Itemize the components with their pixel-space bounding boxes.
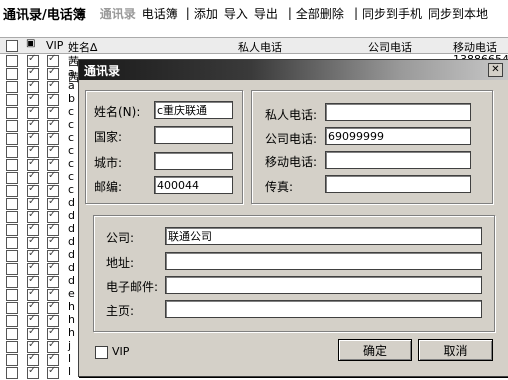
contact-dialog: 通讯录 ✕ 姓名(N): c重庆联通 国家: 城市: 邮编: 400044 私人… [78,59,508,377]
row-name: c [68,131,75,144]
row-name: d [68,222,75,235]
mobile-label: 移动电话: [265,155,318,169]
header-home-phone[interactable]: 私人电话 [238,39,282,55]
row-name: h [68,313,75,326]
row-name: d [68,196,75,209]
row-name: e [68,287,75,300]
app-title: 通讯录/电话簿 [3,7,86,23]
address-field[interactable] [165,252,482,270]
name-field[interactable]: c重庆联通 [154,101,233,119]
home-phone-field[interactable] [325,103,471,121]
sync-to-phone-button[interactable]: 同步到手机 [362,5,422,22]
toolbar: 通讯录/电话簿 通讯录 电话簿 | 添加 导入 导出 | 全部删除 | 同步到手… [0,0,508,26]
country-field[interactable] [154,126,233,144]
email-field[interactable] [165,276,482,294]
row-name: d [68,235,75,248]
city-field[interactable] [154,152,233,170]
company-phone-label: 公司电话: [265,132,318,146]
row-name: d [68,248,75,261]
row-name: d [68,274,75,287]
dialog-title-bar: 通讯录 ✕ [79,60,508,80]
add-button[interactable]: 添加 [194,5,218,22]
export-button[interactable]: 导出 [254,5,278,22]
row-name: d [68,261,75,274]
home-phone-label: 私人电话: [265,108,318,122]
row-name: l [68,352,72,365]
tab-contacts[interactable]: 通讯录 [100,5,136,22]
row-name: j [68,339,72,352]
row-name: b [68,92,75,105]
row-sync-checkbox[interactable] [27,365,39,379]
sync-to-local-button[interactable]: 同步到本地 [428,5,488,22]
import-button[interactable]: 导入 [224,5,248,22]
list-header: ▣ VIP 姓名∆ 私人电话 公司电话 移动电话 [0,37,508,54]
row-name: a [68,66,75,79]
vip-label: VIP [112,345,130,358]
row-name: c [68,118,75,131]
row-name: c [68,170,75,183]
contact-card-icon: ▣ [26,38,36,49]
homepage-field[interactable] [165,300,482,318]
row-name: d [68,209,75,222]
row-select-checkbox[interactable] [6,367,18,379]
table-row[interactable]: l [0,365,90,380]
dialog-title: 通讯录 [84,64,121,78]
row-name: h [68,326,75,339]
row-name: c [68,183,75,196]
close-icon[interactable]: ✕ [488,63,503,77]
separator: | [185,6,190,20]
email-label: 电子邮件: [106,280,159,294]
delete-all-button[interactable]: 全部删除 [296,5,344,22]
city-label: 城市: [94,156,123,170]
select-all-checkbox[interactable] [6,40,18,52]
cancel-button[interactable]: 取消 [418,339,493,361]
tab-phonebook[interactable]: 电话簿 [142,5,178,22]
name-label: 姓名(N): [94,105,141,119]
fax-field[interactable] [325,175,471,193]
separator: | [287,6,292,20]
address-label: 地址: [106,256,135,270]
zip-field[interactable]: 400044 [154,176,233,194]
row-name: a [68,79,75,92]
country-label: 国家: [94,130,123,144]
row-name: c [68,105,75,118]
separator: | [353,6,358,20]
mobile-field[interactable] [325,151,471,169]
row-name: c [68,157,75,170]
company-field[interactable]: 联通公司 [165,227,482,245]
row-name: l [68,365,72,378]
row-name: c [68,144,75,157]
row-vip-checkbox[interactable] [47,365,59,379]
header-company-phone[interactable]: 公司电话 [368,39,412,55]
row-name: h [68,300,75,313]
zip-label: 邮编: [94,180,123,194]
company-phone-field[interactable]: 69099999 [325,127,471,145]
homepage-label: 主页: [106,304,135,318]
ok-button[interactable]: 确定 [338,339,412,361]
fax-label: 传真: [265,180,294,194]
header-vip[interactable]: VIP [46,39,63,52]
company-label: 公司: [106,231,135,245]
vip-checkbox[interactable] [95,346,108,359]
